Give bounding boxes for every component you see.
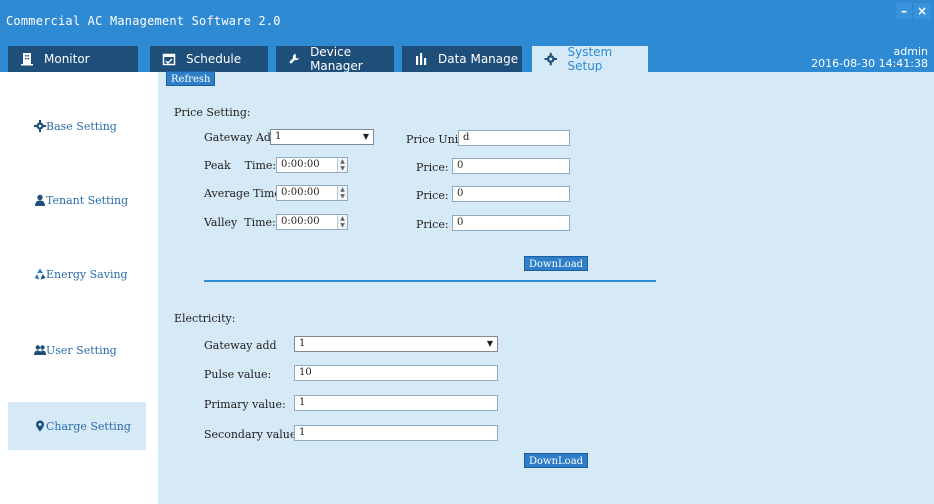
electricity-gateway-label: Gateway add <box>204 339 277 352</box>
valley-time-field[interactable]: 0:00:00 ▲ ▼ <box>276 214 348 230</box>
pulse-value-field[interactable]: 10 <box>294 365 498 381</box>
main-content: Refresh Price Setting: Gateway Addr 1 ▼ … <box>158 71 934 504</box>
tab-device-manager[interactable]: Device Manager <box>276 45 394 73</box>
sidebar-item-energy-saving[interactable]: Energy Saving <box>8 250 146 298</box>
tab-label: Data Manage <box>438 52 519 66</box>
electricity-gateway-select[interactable]: 1 ▼ <box>294 336 498 352</box>
price-unit-label: Price Uni <box>406 133 459 146</box>
building-icon <box>21 53 33 66</box>
secondary-value-field[interactable]: 1 <box>294 425 498 441</box>
spinner-icon[interactable]: ▲ ▼ <box>337 158 347 172</box>
wrench-icon <box>289 53 300 64</box>
minimize-button[interactable]: – <box>896 3 912 19</box>
valley-time-value: 0:00:00 <box>281 216 320 227</box>
sidebar-item-charge-setting[interactable]: Charge Setting <box>8 402 146 450</box>
tab-label: Device Manager <box>310 45 363 73</box>
tab-label: Schedule <box>186 52 242 66</box>
gear-icon <box>544 52 558 66</box>
window-controls-close: × <box>914 3 930 19</box>
gear-icon <box>34 120 46 132</box>
primary-value-label: Primary value: <box>204 398 286 411</box>
tab-monitor[interactable]: Monitor <box>8 46 138 72</box>
price-unit-field[interactable]: d <box>458 130 570 146</box>
location-pin-icon <box>36 420 44 432</box>
person-icon <box>35 194 45 206</box>
electricity-gateway-value: 1 <box>299 338 306 349</box>
peak-time-value: 0:00:00 <box>281 159 320 170</box>
valley-price-label: Price: <box>416 218 449 231</box>
price-download-button[interactable]: DownLoad <box>524 256 589 271</box>
gateway-addr-value: 1 <box>275 131 282 142</box>
section-divider <box>204 280 656 282</box>
average-time-field[interactable]: 0:00:00 ▲ ▼ <box>276 185 348 201</box>
average-price-label: Price: <box>416 189 449 202</box>
tab-schedule[interactable]: Schedule <box>150 46 268 72</box>
peak-price-field[interactable]: 0 <box>452 158 570 174</box>
tab-label: System Setup <box>567 45 613 73</box>
sidebar: Base Setting Tenant Setting Energy Savin… <box>0 72 158 504</box>
pulse-value-label: Pulse value: <box>204 368 272 381</box>
tab-label: Monitor <box>44 52 90 66</box>
sidebar-item-label: Base Setting <box>46 119 117 133</box>
spinner-icon[interactable]: ▲ ▼ <box>337 215 347 229</box>
peak-time-field[interactable]: 0:00:00 ▲ ▼ <box>276 157 348 173</box>
tab-system-setup[interactable]: System Setup <box>532 45 648 73</box>
average-price-field[interactable]: 0 <box>452 186 570 202</box>
electricity-download-button[interactable]: DownLoad <box>524 453 589 468</box>
sidebar-item-base-setting[interactable]: Base Setting <box>8 102 146 150</box>
gateway-addr-select[interactable]: 1 ▼ <box>270 129 374 145</box>
bar-chart-icon <box>416 53 427 65</box>
sidebar-item-tenant-setting[interactable]: Tenant Setting <box>8 176 146 224</box>
price-setting-heading: Price Setting: <box>174 106 251 119</box>
sidebar-item-label: Energy Saving <box>46 267 128 281</box>
electricity-heading: Electricity: <box>174 312 236 325</box>
users-icon <box>34 345 46 355</box>
datetime: 2016-08-30 14:41:38 <box>811 57 928 70</box>
sidebar-item-user-setting[interactable]: User Setting <box>8 326 146 374</box>
sidebar-item-label: Charge Setting <box>46 419 131 433</box>
secondary-value-label: Secondary value: <box>204 428 301 441</box>
primary-value-field[interactable]: 1 <box>294 395 498 411</box>
refresh-button[interactable]: Refresh <box>166 71 216 86</box>
calendar-icon <box>162 53 176 66</box>
window-controls: – <box>896 3 912 19</box>
title-bar: Commercial AC Management Software 2.0 – … <box>0 0 934 40</box>
sidebar-item-label: User Setting <box>46 343 117 357</box>
window-title: Commercial AC Management Software 2.0 <box>6 14 281 28</box>
valley-time-label: Valley Time: <box>204 216 276 229</box>
recycle-icon <box>34 268 46 280</box>
tab-data-manage[interactable]: Data Manage <box>402 46 522 72</box>
user-info: admin 2016-08-30 14:41:38 <box>811 46 928 70</box>
average-time-label: Average Time: <box>204 187 285 200</box>
peak-time-label: Peak Time: <box>204 159 277 172</box>
close-button[interactable]: × <box>914 3 930 19</box>
sidebar-item-label: Tenant Setting <box>46 193 129 207</box>
main-tab-bar: Monitor Schedule Device Manager Data Man… <box>0 40 934 73</box>
dropdown-arrow-icon: ▼ <box>486 339 493 348</box>
valley-price-field[interactable]: 0 <box>452 215 570 231</box>
spinner-icon[interactable]: ▲ ▼ <box>337 186 347 200</box>
average-time-value: 0:00:00 <box>281 187 320 198</box>
peak-price-label: Price: <box>416 161 449 174</box>
dropdown-arrow-icon: ▼ <box>362 132 369 141</box>
